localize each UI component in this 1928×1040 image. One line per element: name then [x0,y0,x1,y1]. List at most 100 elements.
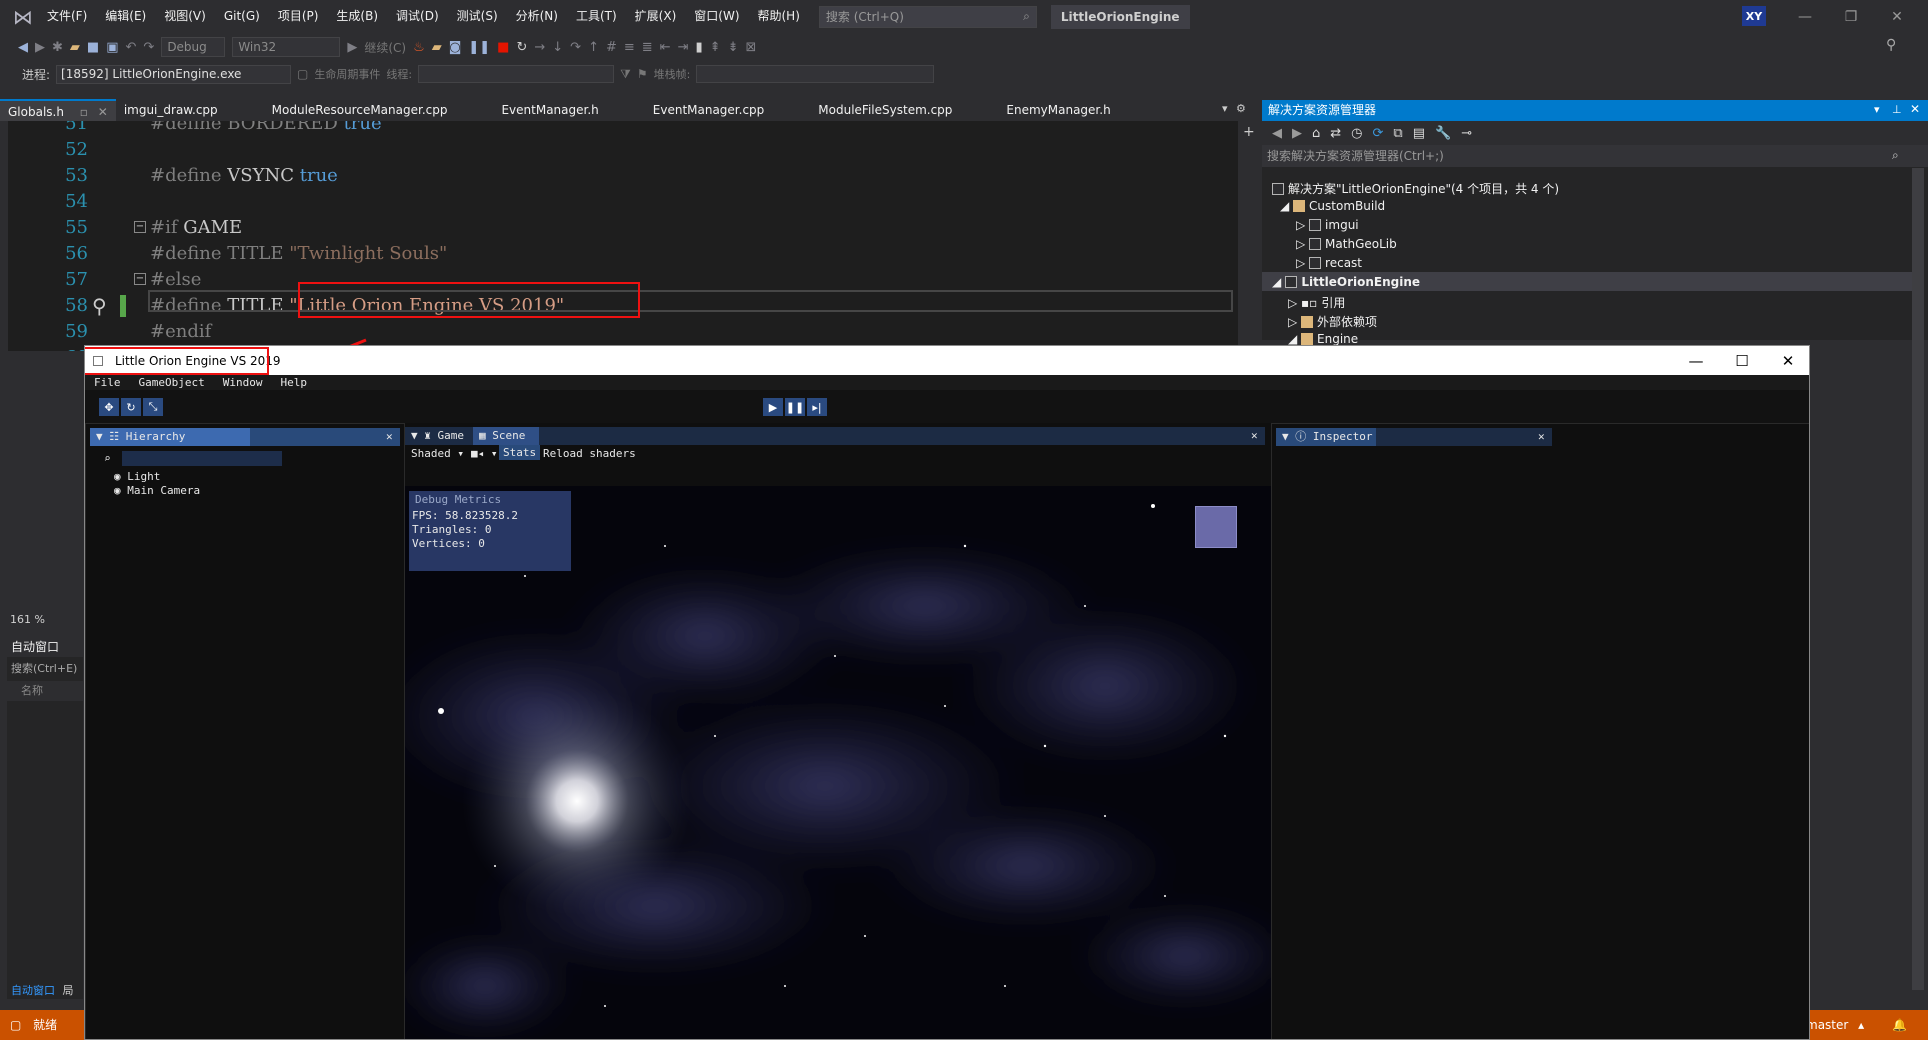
bookmark-icon[interactable]: ▮ [696,40,703,55]
menu-tools[interactable]: 工具(T) [567,0,626,33]
minimize-icon[interactable]: — [1782,0,1828,33]
scene-tab[interactable]: ▦ Scene [473,427,539,445]
window-icon[interactable]: ◙ [449,40,462,55]
inspector-tab[interactable]: ▼ ⓘ Inspector [1276,428,1376,446]
rotate-icon[interactable]: ↻ [121,398,141,416]
preview-icon[interactable]: ⊸ [1461,126,1472,141]
zoom-select[interactable]: 161 % [7,611,73,629]
solution-explorer-scrollbar[interactable] [1912,168,1924,340]
save-all-icon[interactable]: ▣ [106,40,118,55]
tab-settings-icon[interactable]: ⚙ [1236,102,1246,115]
outdent-icon[interactable]: ⇤ [660,40,671,55]
collapse-icon[interactable]: − [134,273,146,285]
tab-imgui-draw[interactable]: imgui_draw.cpp [116,99,226,121]
prev-bookmark-icon[interactable]: ⇞ [710,40,721,55]
stack-frame-select[interactable] [696,65,935,83]
thread-select[interactable] [418,65,615,83]
tab-event-manager-cpp[interactable]: EventManager.cpp [645,99,773,121]
tab-locals-label[interactable]: 局 [63,984,74,997]
close-icon[interactable]: ✕ [1874,0,1920,33]
open-icon[interactable]: ▰ [70,40,80,55]
scene-viewport[interactable]: Debug Metrics FPS: 58.823528.2 Triangles… [405,486,1271,1039]
forward-icon[interactable]: ▶ [1292,126,1302,141]
process-select[interactable]: [18592] LittleOrionEngine.exe [56,64,292,84]
show-next-statement-icon[interactable]: → [534,40,545,55]
pending-changes-icon[interactable]: ◷ [1351,126,1362,141]
forward-icon[interactable]: ▶ [35,40,45,55]
game-tab[interactable]: ▼ ♜ Game [405,427,473,445]
solution-search-input[interactable]: 搜索解决方案资源管理器(Ctrl+;) [1262,145,1928,167]
reload-shaders-button[interactable]: Reload shaders [543,447,636,460]
engine-minimize-icon[interactable]: — [1673,346,1719,375]
show-all-files-icon[interactable]: ▤ [1413,126,1425,141]
tree-item-custombuild[interactable]: ◢ CustomBuild [1280,199,1385,213]
menu-window[interactable]: 窗口(W) [685,0,748,33]
step-into-icon[interactable]: ↓ [552,40,563,55]
hot-reload-icon[interactable]: ♨ [413,40,425,55]
avatar[interactable]: XY [1742,6,1766,26]
switch-views-icon[interactable]: ⇄ [1330,126,1341,141]
shaded-dropdown[interactable]: Shaded ▾ [411,447,464,460]
live-share-icon[interactable]: ⚲ [1886,37,1896,53]
step-over-icon[interactable]: ↷ [570,40,581,55]
tree-item-littleorionengine[interactable]: ◢ LittleOrionEngine [1272,275,1420,289]
tree-item-engine[interactable]: ◢ Engine [1288,332,1358,346]
tree-item-references[interactable]: ▷ ▪▫ 引用 [1288,294,1345,311]
close-inspector-icon[interactable]: ✕ [1538,430,1545,443]
pause-icon[interactable]: ❚❚ [785,398,805,416]
lifecycle-events-label[interactable]: 生命周期事件 [314,66,380,82]
editor-scrollbar[interactable] [1238,121,1258,351]
browse-icon[interactable]: ▰ [432,40,442,55]
tab-event-manager-h[interactable]: EventManager.h [493,99,606,121]
engine-close-icon[interactable]: ✕ [1765,346,1809,375]
clear-bookmark-icon[interactable]: ⊠ [745,40,756,55]
undo-icon[interactable]: ↶ [126,40,137,55]
dropdown-icon[interactable]: ▾ [1874,103,1880,116]
right-scrollbar[interactable] [1912,340,1924,990]
close-hierarchy-icon[interactable]: ✕ [386,430,393,443]
menu-edit[interactable]: 编辑(E) [96,0,155,33]
indent-icon[interactable]: ⇥ [678,40,689,55]
tree-item-solution[interactable]: 解决方案"LittleOrionEngine"(4 个项目，共 4 个) [1272,180,1559,197]
translate-icon[interactable]: ✥ [99,398,119,416]
tab-overflow-icon[interactable]: ▾ [1222,102,1228,115]
tree-item-external-deps[interactable]: ▷ 外部依赖项 [1288,313,1377,330]
new-project-icon[interactable]: ✱ [52,40,63,55]
back-icon[interactable]: ◀ [1272,126,1282,141]
branch-indicator[interactable]: master ▴ 🔔 [1806,1010,1928,1040]
camera-dropdown[interactable]: ■◂ ▾ [471,447,498,460]
stats-toggle[interactable]: Stats [499,445,541,460]
menu-analyze[interactable]: 分析(N) [507,0,567,33]
menu-file[interactable]: 文件(F) [38,0,96,33]
engine-menu-file[interactable]: File [85,376,130,389]
tab-module-file-system[interactable]: ModuleFileSystem.cpp [810,99,960,121]
save-icon[interactable]: ■ [87,40,99,55]
menu-test[interactable]: 测试(S) [448,0,507,33]
sync-icon[interactable]: ⟳ [1373,126,1384,141]
uncomment-icon[interactable]: ≣ [642,40,653,55]
tree-item-mathgeolib[interactable]: ▷ MathGeoLib [1296,237,1397,251]
flag-icon[interactable]: ⚑ [637,67,648,81]
platform-select[interactable]: Win32 [232,37,341,57]
hierarchy-search-input[interactable] [122,451,282,466]
close-tab-icon[interactable]: ✕ [98,105,108,119]
hex-icon[interactable]: # [606,40,617,55]
maximize-icon[interactable]: ❐ [1828,0,1874,33]
home-icon[interactable]: ⌂ [1312,126,1320,141]
collapse-icon[interactable]: − [134,221,146,233]
menu-help[interactable]: 帮助(H) [749,0,809,33]
hierarchy-item-main-camera[interactable]: ◉ Main Camera [114,484,200,497]
play-icon[interactable]: ▶ [763,398,783,416]
engine-menu-gameobject[interactable]: GameObject [130,376,214,389]
code-editor[interactable]: 51 52 53 54 55 56 57 58 59 60 ⚲ − − #def… [8,121,1238,351]
close-panel-icon[interactable]: ✕ [1910,102,1920,116]
stop-icon[interactable]: ■ [497,40,509,55]
continue-button[interactable]: 继续(C) [364,39,406,56]
menu-debug[interactable]: 调试(D) [387,0,448,33]
step-out-icon[interactable]: ↑ [588,40,599,55]
tab-globals-h[interactable]: Globals.h ▫ ✕ [0,99,116,121]
back-icon[interactable]: ◀ [18,40,28,55]
redo-icon[interactable]: ↷ [143,40,154,55]
menu-project[interactable]: 项目(P) [269,0,328,33]
view-cube-gizmo[interactable] [1195,506,1237,548]
